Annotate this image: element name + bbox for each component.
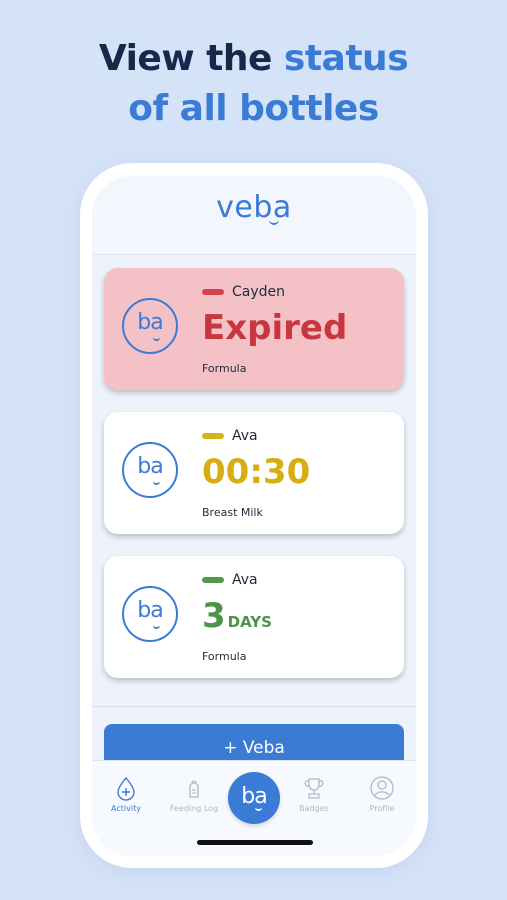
veba-badge-icon: ba bbox=[122, 586, 178, 642]
bottle-owner-name: Ava bbox=[232, 428, 258, 444]
badge-glyph: ba bbox=[137, 310, 163, 335]
home-indicator[interactable] bbox=[197, 840, 313, 845]
badge-smile-icon bbox=[153, 334, 160, 341]
bottle-status-value: 3 bbox=[202, 596, 226, 636]
app-header: veba bbox=[92, 176, 416, 255]
headline: View the status of all bottles bbox=[0, 34, 507, 134]
owner-color-dash bbox=[202, 289, 224, 295]
veba-logo: veba bbox=[92, 190, 416, 225]
tab-badges[interactable]: Badges bbox=[282, 775, 346, 813]
center-button-glyph: ba bbox=[241, 784, 267, 809]
center-button-smile-icon bbox=[255, 804, 262, 811]
feeding-log-icon bbox=[189, 780, 199, 798]
tab-badges-label: Badges bbox=[299, 804, 329, 813]
badge-smile-icon bbox=[153, 478, 160, 485]
bottle-status: Expired bbox=[202, 306, 347, 350]
divider bbox=[92, 706, 416, 707]
bottle-milk-type: Breast Milk bbox=[202, 506, 263, 519]
bottle-name-row: Cayden bbox=[202, 282, 285, 302]
tab-activity-label: Activity bbox=[111, 804, 141, 813]
tab-feeding-log-label: Feeding Log bbox=[169, 804, 219, 813]
badge-glyph: ba bbox=[137, 598, 163, 623]
bottle-status: 00:30 bbox=[202, 450, 310, 494]
headline-dark-text: View the bbox=[98, 38, 284, 79]
headline-line-1: View the status bbox=[0, 34, 507, 84]
veba-logo-text: veba bbox=[216, 190, 292, 225]
veba-badge-icon: ba bbox=[122, 298, 178, 354]
tab-feeding-log[interactable]: Feeding Log bbox=[162, 775, 226, 813]
bottle-card[interactable]: ba Ava 00:30 Breast Milk bbox=[104, 412, 404, 534]
badge-glyph: ba bbox=[137, 454, 163, 479]
tab-activity[interactable]: Activity bbox=[94, 775, 158, 813]
tab-profile-label: Profile bbox=[369, 804, 395, 813]
badge-smile-icon bbox=[153, 622, 160, 629]
bottle-owner-name: Ava bbox=[232, 572, 258, 588]
drop-plus-icon bbox=[117, 776, 135, 801]
headline-line-2: of all bottles bbox=[128, 88, 379, 129]
veba-badge-icon: ba bbox=[122, 442, 178, 498]
owner-color-dash bbox=[202, 433, 224, 439]
trophy-icon bbox=[304, 778, 324, 799]
bottle-status-unit: DAYS bbox=[227, 613, 272, 631]
bottle-status-value: 00:30 bbox=[202, 452, 311, 492]
profile-icon bbox=[370, 776, 394, 800]
bottle-name-row: Ava bbox=[202, 426, 258, 446]
bottle-owner-name: Cayden bbox=[232, 284, 286, 300]
owner-color-dash bbox=[202, 577, 224, 583]
veba-center-button[interactable]: ba bbox=[228, 772, 280, 824]
bottle-milk-type: Formula bbox=[202, 650, 247, 663]
app-screen: veba ba Cayden Expired Formula ba Ava 00… bbox=[92, 176, 416, 856]
bottle-status: 3 DAYS bbox=[202, 594, 272, 644]
bottle-name-row: Ava bbox=[202, 570, 258, 590]
bottle-card[interactable]: ba Cayden Expired Formula bbox=[104, 268, 404, 390]
bottle-milk-type: Formula bbox=[202, 362, 247, 375]
tab-profile[interactable]: Profile bbox=[350, 775, 414, 813]
bottle-card[interactable]: ba Ava 3 DAYS Formula bbox=[104, 556, 404, 678]
headline-blue-text: status bbox=[283, 38, 409, 79]
bottle-status-value: Expired bbox=[202, 308, 348, 348]
